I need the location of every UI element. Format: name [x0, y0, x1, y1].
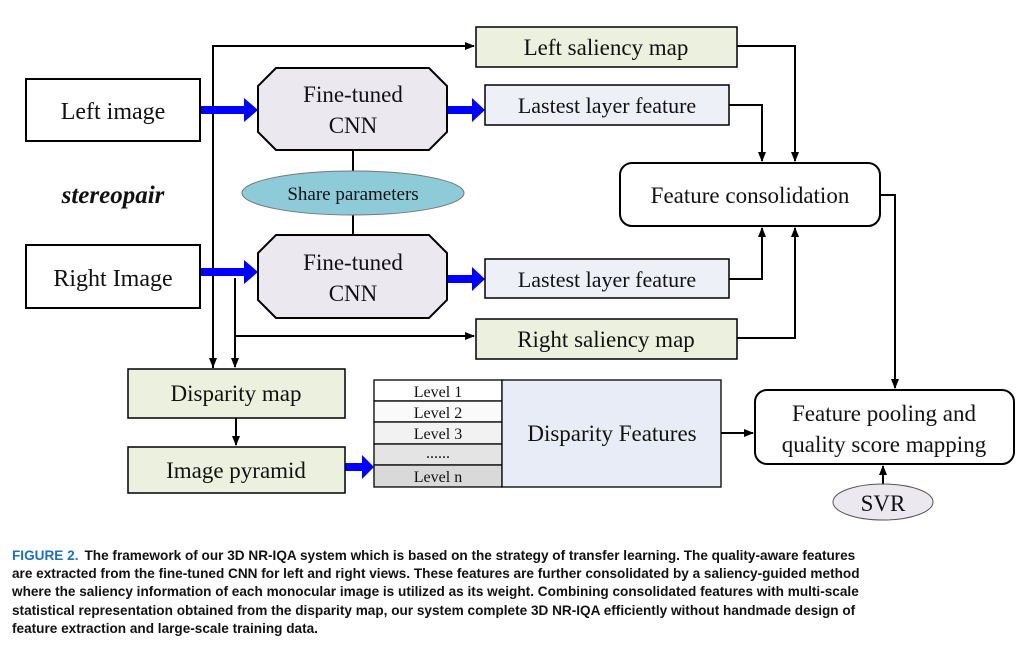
- latest-bottom-label: Lastest layer feature: [518, 267, 696, 292]
- arrow-latest-bottom-to-consolidation: [729, 227, 766, 280]
- framework-diagram: Left image Right Image stereopair Fine-t…: [25, 26, 1015, 521]
- level-table: Level 1 Level 2 Level 3 ...... Level n: [373, 379, 503, 488]
- blue-arrow-right-to-cnn: [200, 260, 258, 284]
- caption-line: are extracted from the fine-tuned CNN fo…: [12, 566, 860, 582]
- disparity-map-label: Disparity map: [171, 381, 302, 406]
- caption-line: where the saliency information of each m…: [12, 584, 859, 600]
- blue-arrow-cnn-to-latest-top: [447, 98, 485, 122]
- arrow-consolidation-to-pooling: [880, 194, 899, 389]
- cnn-top-line1: Fine-tuned: [303, 82, 403, 107]
- caption-line: statistical representation obtained from…: [12, 602, 856, 618]
- caption-text: The framework of our 3D NR-IQA system wh…: [84, 548, 856, 563]
- disparity-features-label: Disparity Features: [527, 421, 696, 446]
- blue-arrow-cnn-to-latest-bottom: [447, 267, 485, 291]
- caption-line: feature extraction and large-scale train…: [12, 620, 318, 636]
- left-saliency-label: Left saliency map: [524, 35, 689, 60]
- arrow-latest-top-to-consolidation: [729, 104, 766, 162]
- level-label: Level 2: [414, 405, 462, 422]
- level-label: Level n: [414, 469, 462, 486]
- cnn-bottom-line2: CNN: [329, 281, 378, 306]
- svr-label: SVR: [861, 491, 906, 516]
- blue-arrow-left-to-cnn: [200, 98, 258, 122]
- image-pyramid-label: Image pyramid: [166, 458, 306, 483]
- figure-caption: FIGURE 2. The framework of our 3D NR-IQA …: [12, 547, 1017, 638]
- cnn-bottom-line1: Fine-tuned: [303, 250, 403, 275]
- pooling-line1: Feature pooling and: [792, 401, 976, 426]
- left-image-label: Left image: [61, 99, 166, 125]
- right-saliency-label: Right saliency map: [517, 327, 695, 352]
- blue-arrow-pyramid-to-levels: [345, 455, 374, 479]
- caption-line: FIGURE 2. The framework of our 3D NR-IQA …: [12, 547, 1017, 565]
- share-parameters-label: Share parameters: [287, 184, 418, 205]
- level-label: Level 3: [414, 426, 462, 443]
- level-label: ......: [426, 445, 450, 462]
- cnn-top-line2: CNN: [329, 113, 378, 138]
- latest-top-label: Lastest layer feature: [518, 93, 696, 118]
- stereopair-label: stereopair: [61, 182, 165, 209]
- level-label: Level 1: [414, 384, 462, 401]
- arrow-right-saliency-to-consolidation: [737, 227, 799, 339]
- arrow-left-saliency-to-consolidation: [737, 45, 799, 162]
- feature-consolidation-label: Feature consolidation: [651, 183, 850, 208]
- right-image-label: Right Image: [53, 266, 172, 292]
- pooling-line2: quality score mapping: [782, 432, 987, 457]
- figure-label: FIGURE 2.: [12, 548, 79, 563]
